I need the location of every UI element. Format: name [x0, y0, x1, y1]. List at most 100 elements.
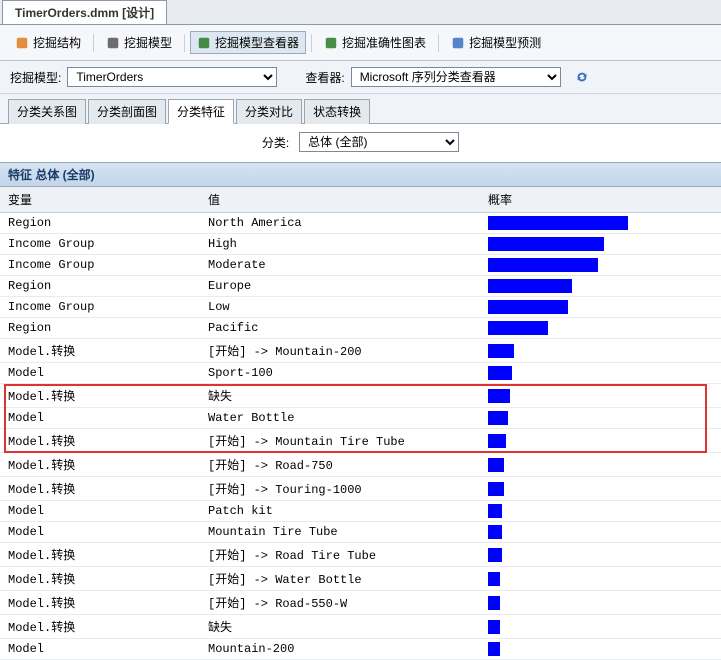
- table-row[interactable]: Model.转换[开始] -> Mountain-200: [0, 339, 721, 363]
- btn-viewer[interactable]: 挖掘模型查看器: [190, 31, 306, 54]
- table-row[interactable]: Model.转换缺失: [0, 384, 721, 408]
- cell-probability: [480, 453, 721, 477]
- cell-variable: Region: [0, 213, 200, 234]
- probability-bar: [488, 279, 572, 293]
- cell-value: [开始] -> Mountain Tire Tube: [200, 429, 480, 453]
- cell-value: Sport-100: [200, 363, 480, 384]
- refresh-icon[interactable]: [575, 70, 589, 84]
- toolbar-label: 挖掘模型预测: [469, 34, 541, 51]
- cell-value: Europe: [200, 276, 480, 297]
- cell-variable: Model: [0, 363, 200, 384]
- btn-structure[interactable]: 挖掘结构: [8, 31, 88, 54]
- cell-value: Low: [200, 297, 480, 318]
- table-row[interactable]: ModelWater Bottle: [0, 408, 721, 429]
- cell-probability: [480, 234, 721, 255]
- cell-variable: Region: [0, 276, 200, 297]
- cell-probability: [480, 276, 721, 297]
- cell-variable: Model.转换: [0, 429, 200, 453]
- btn-viewer-icon: [197, 36, 211, 50]
- cell-variable: Model.转换: [0, 477, 200, 501]
- tab-state[interactable]: 状态转换: [304, 99, 370, 124]
- viewer-select[interactable]: Microsoft 序列分类查看器: [351, 67, 561, 87]
- cell-value: Patch kit: [200, 501, 480, 522]
- probability-bar: [488, 482, 504, 496]
- table-row[interactable]: Model.转换[开始] -> Touring-1000: [0, 477, 721, 501]
- tab-feature[interactable]: 分类特征: [168, 99, 234, 124]
- table-row[interactable]: Income GroupLow: [0, 297, 721, 318]
- cell-probability: [480, 384, 721, 408]
- probability-bar: [488, 321, 548, 335]
- tab-profile[interactable]: 分类剖面图: [88, 99, 166, 124]
- probability-bar: [488, 642, 500, 656]
- probability-bar: [488, 389, 510, 403]
- probability-bar: [488, 548, 502, 562]
- cell-value: 缺失: [200, 615, 480, 639]
- col-header-probability[interactable]: 概率: [480, 187, 721, 213]
- table-row[interactable]: Model.转换缺失: [0, 615, 721, 639]
- tab-rel[interactable]: 分类关系图: [8, 99, 86, 124]
- probability-bar: [488, 458, 504, 472]
- table-row[interactable]: Income GroupHigh: [0, 234, 721, 255]
- probability-bar: [488, 300, 568, 314]
- col-header-variable[interactable]: 变量: [0, 187, 200, 213]
- cell-value: [开始] -> Touring-1000: [200, 477, 480, 501]
- cell-probability: [480, 522, 721, 543]
- cell-probability: [480, 543, 721, 567]
- cell-variable: Model: [0, 501, 200, 522]
- cell-variable: Model.转换: [0, 543, 200, 567]
- cell-value: Pacific: [200, 318, 480, 339]
- cell-variable: Income Group: [0, 297, 200, 318]
- cell-variable: Model.转换: [0, 615, 200, 639]
- probability-bar: [488, 504, 502, 518]
- cell-value: Mountain-200: [200, 639, 480, 660]
- table-row[interactable]: ModelPatch kit: [0, 501, 721, 522]
- probability-bar: [488, 237, 604, 251]
- cell-value: Mountain Tire Tube: [200, 522, 480, 543]
- table-row[interactable]: Model.转换[开始] -> Road Tire Tube: [0, 543, 721, 567]
- table-row[interactable]: Income GroupModerate: [0, 255, 721, 276]
- table-row[interactable]: ModelMountain-200: [0, 639, 721, 660]
- btn-structure-icon: [15, 36, 29, 50]
- table-row[interactable]: Model.转换[开始] -> Water Bottle: [0, 567, 721, 591]
- mining-model-select[interactable]: TimerOrders: [67, 67, 277, 87]
- cell-variable: Model: [0, 522, 200, 543]
- btn-predict-icon: [451, 36, 465, 50]
- cell-variable: Income Group: [0, 234, 200, 255]
- tab-compare[interactable]: 分类对比: [236, 99, 302, 124]
- cell-value: North America: [200, 213, 480, 234]
- probability-bar: [488, 344, 514, 358]
- cell-probability: [480, 363, 721, 384]
- cell-value: Water Bottle: [200, 408, 480, 429]
- cell-value: [开始] -> Road-750: [200, 453, 480, 477]
- cell-variable: Model.转换: [0, 339, 200, 363]
- table-row[interactable]: Model.转换[开始] -> Mountain Tire Tube: [0, 429, 721, 453]
- btn-predict[interactable]: 挖掘模型预测: [444, 31, 548, 54]
- cell-probability: [480, 639, 721, 660]
- viewer-tabs: 分类关系图分类剖面图分类特征分类对比状态转换: [0, 94, 721, 124]
- table-row[interactable]: Model.转换[开始] -> Road-750: [0, 453, 721, 477]
- toolbar-label: 挖掘模型: [124, 34, 172, 51]
- probability-bar: [488, 596, 500, 610]
- probability-bar: [488, 434, 506, 448]
- document-tab[interactable]: TimerOrders.dmm [设计]: [2, 0, 167, 24]
- cell-variable: Model.转换: [0, 453, 200, 477]
- table-row[interactable]: RegionPacific: [0, 318, 721, 339]
- cell-probability: [480, 615, 721, 639]
- model-selector-row: 挖掘模型: TimerOrders 查看器: Microsoft 序列分类查看器: [0, 61, 721, 94]
- btn-model[interactable]: 挖掘模型: [99, 31, 179, 54]
- toolbar-label: 挖掘准确性图表: [342, 34, 426, 51]
- col-header-value[interactable]: 值: [200, 187, 480, 213]
- category-select[interactable]: 总体 (全部): [299, 132, 459, 152]
- table-row[interactable]: ModelSport-100: [0, 363, 721, 384]
- toolbar-label: 挖掘结构: [33, 34, 81, 51]
- cell-value: [开始] -> Road Tire Tube: [200, 543, 480, 567]
- feature-table: 变量 值 概率 RegionNorth AmericaIncome GroupH…: [0, 187, 721, 660]
- table-row[interactable]: ModelMountain Tire Tube: [0, 522, 721, 543]
- viewer-label: 查看器:: [305, 69, 344, 86]
- btn-accuracy[interactable]: 挖掘准确性图表: [317, 31, 433, 54]
- cell-variable: Region: [0, 318, 200, 339]
- probability-bar: [488, 525, 502, 539]
- table-row[interactable]: RegionNorth America: [0, 213, 721, 234]
- cell-probability: [480, 501, 721, 522]
- table-row[interactable]: RegionEurope: [0, 276, 721, 297]
